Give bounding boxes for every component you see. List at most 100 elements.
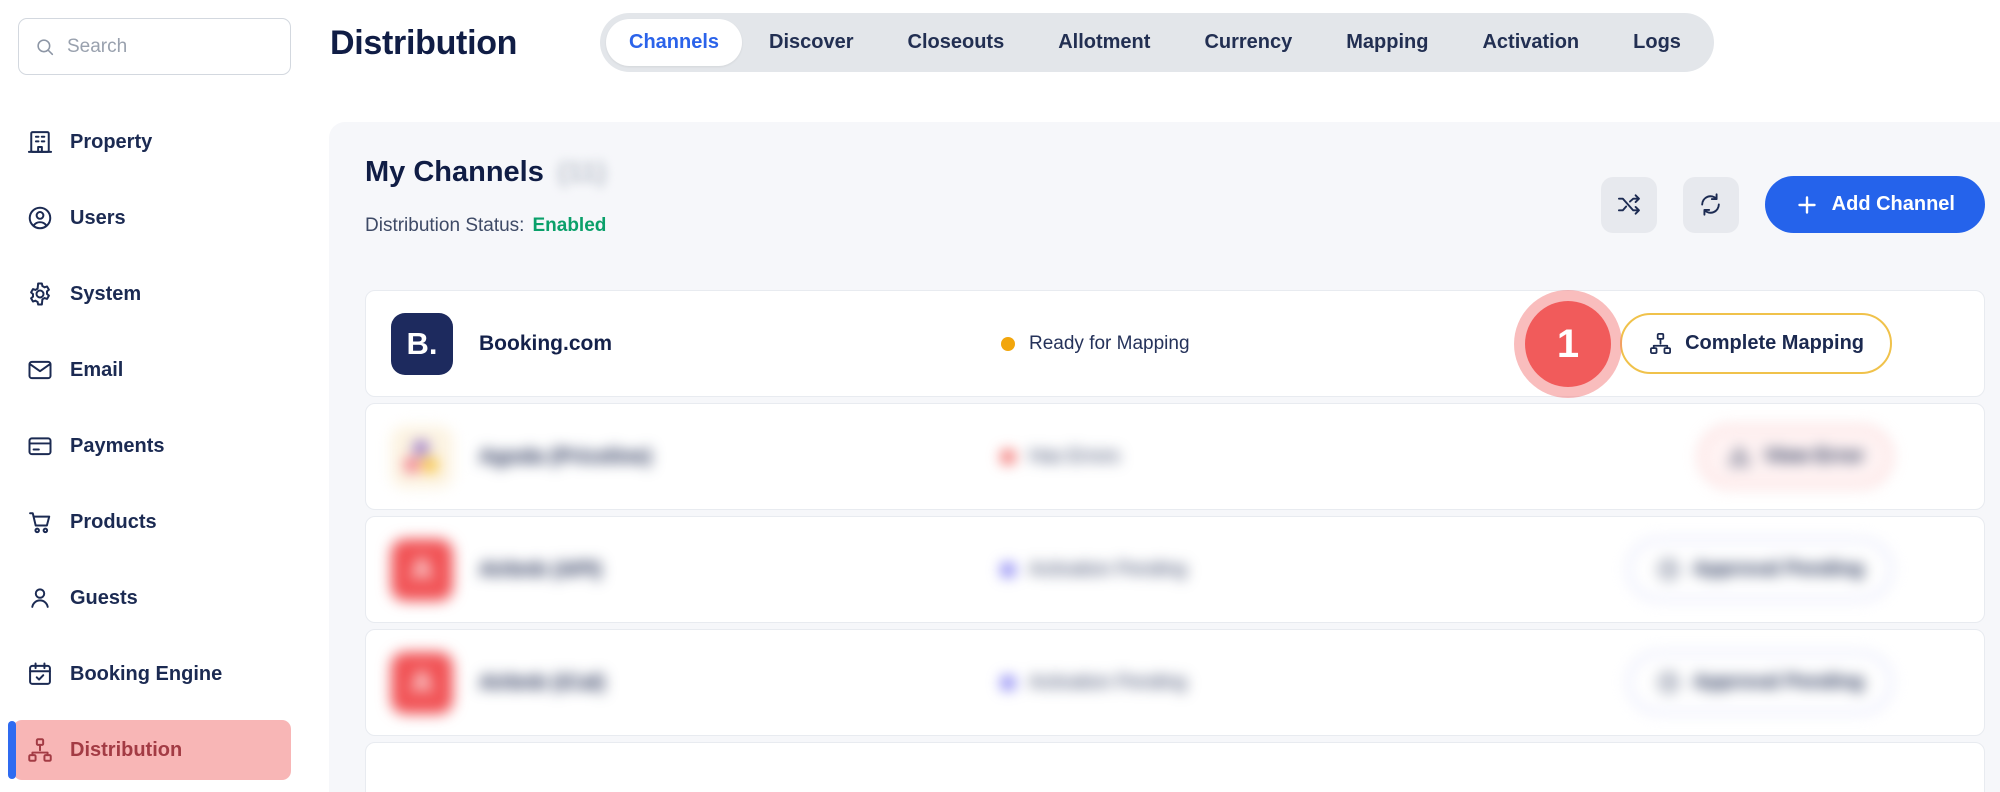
channel-count: (11) bbox=[558, 156, 606, 188]
toolbar: Add Channel bbox=[1601, 176, 1985, 233]
channel-name: Airbnb (iCal) bbox=[479, 630, 605, 735]
tab-currency[interactable]: Currency bbox=[1177, 19, 1319, 66]
channel-row-airbnb-ical: A Airbnb (iCal) Activation Pending Appro… bbox=[365, 629, 1985, 736]
channel-name: Agoda (Priceline) bbox=[479, 404, 652, 509]
channel-logo: B. bbox=[391, 313, 453, 375]
tab-allotment[interactable]: Allotment bbox=[1031, 19, 1177, 66]
row-menu-button[interactable] bbox=[1930, 671, 1954, 695]
refresh-icon bbox=[1697, 191, 1724, 218]
row-menu-button[interactable] bbox=[1930, 445, 1954, 469]
row-menu-button[interactable] bbox=[1930, 332, 1954, 356]
annotation-step-badge: 1 bbox=[1525, 301, 1611, 387]
channel-action-button[interactable]: Complete Mapping bbox=[1620, 313, 1892, 374]
channel-status: Activation Pending bbox=[1029, 672, 1186, 694]
content-panel: My Channels (11) Distribution Status: En… bbox=[329, 122, 2000, 792]
sidebar-item-label: Property bbox=[70, 131, 152, 154]
channel-logo-text: A bbox=[411, 666, 433, 700]
envelope-icon bbox=[26, 356, 54, 384]
sidebar-item-email[interactable]: Email bbox=[13, 340, 291, 400]
search-input[interactable] bbox=[67, 36, 275, 58]
channel-row-airbnb-api: A Airbnb (API) Activation Pending Approv… bbox=[365, 516, 1985, 623]
distribution-status: Distribution Status: Enabled bbox=[365, 215, 606, 237]
dots-vertical-icon bbox=[1930, 558, 1954, 582]
channel-row-actions: Approval Pending bbox=[1628, 517, 1954, 622]
channel-action-button[interactable]: Approval Pending bbox=[1628, 539, 1892, 600]
status-dot bbox=[1001, 563, 1015, 577]
dots-vertical-icon bbox=[1930, 445, 1954, 469]
status-dot bbox=[1001, 450, 1015, 464]
sidebar-item-label: Payments bbox=[70, 435, 165, 458]
sitemap-icon bbox=[1648, 331, 1673, 356]
status-value: Enabled bbox=[532, 215, 606, 237]
channel-action-label: Approval Pending bbox=[1693, 558, 1864, 581]
shuffle-icon bbox=[1615, 191, 1642, 218]
channel-row-actions: Complete Mapping bbox=[1620, 291, 1954, 396]
search-box[interactable] bbox=[18, 18, 291, 75]
tab-closeouts[interactable]: Closeouts bbox=[881, 19, 1032, 66]
channel-row-content: Agoda (Priceline) Has Errors View Error bbox=[366, 404, 1984, 509]
person-icon bbox=[26, 584, 54, 612]
channel-row-agoda-priceline: Agoda (Priceline) Has Errors View Error bbox=[365, 403, 1985, 510]
dots-vertical-icon bbox=[1930, 671, 1954, 695]
channel-status: Activation Pending bbox=[1029, 559, 1186, 581]
channel-action-label: Complete Mapping bbox=[1685, 332, 1864, 355]
topbar: Distribution ChannelsDiscoverCloseoutsAl… bbox=[329, 0, 2000, 122]
sidebar-item-label: Email bbox=[70, 359, 123, 382]
sidebar-item-payments[interactable]: Payments bbox=[13, 416, 291, 476]
sidebar-item-label: Distribution bbox=[70, 739, 182, 762]
calendar-check-icon bbox=[26, 660, 54, 688]
tab-channels[interactable]: Channels bbox=[606, 19, 742, 66]
user-circle-icon bbox=[26, 204, 54, 232]
heading-row: My Channels (11) bbox=[365, 156, 606, 189]
tab-discover[interactable]: Discover bbox=[742, 19, 881, 66]
sidebar-nav: Property Users System Email Payments Pro… bbox=[13, 112, 291, 780]
add-channel-button[interactable]: Add Channel bbox=[1765, 176, 1985, 233]
shuffle-button[interactable] bbox=[1601, 177, 1657, 233]
channel-row-actions: View Error bbox=[1699, 404, 1954, 509]
channel-logo bbox=[391, 426, 453, 488]
tab-activation[interactable]: Activation bbox=[1455, 19, 1606, 66]
sidebar-item-distribution[interactable]: Distribution bbox=[13, 720, 291, 780]
channel-status: Ready for Mapping bbox=[1029, 333, 1190, 355]
sidebar-item-system[interactable]: System bbox=[13, 264, 291, 324]
row-menu-button[interactable] bbox=[1930, 558, 1954, 582]
building-icon bbox=[26, 128, 54, 156]
tab-bar: ChannelsDiscoverCloseoutsAllotmentCurren… bbox=[600, 13, 1714, 72]
channel-logo-text: A bbox=[411, 553, 433, 587]
channel-logo: A bbox=[391, 539, 453, 601]
sidebar-item-booking-engine[interactable]: Booking Engine bbox=[13, 644, 291, 704]
channel-status: Has Errors bbox=[1029, 446, 1120, 468]
channel-row-content: B. Booking.com Ready for Mapping Complet… bbox=[366, 291, 1984, 396]
channel-logo: A bbox=[391, 652, 453, 714]
warning-icon bbox=[1727, 444, 1752, 469]
credit-card-icon bbox=[26, 432, 54, 460]
sidebar-item-property[interactable]: Property bbox=[13, 112, 291, 172]
plus-icon bbox=[1795, 193, 1819, 217]
status-dot bbox=[1001, 337, 1015, 351]
sidebar-item-label: System bbox=[70, 283, 141, 306]
cart-icon bbox=[26, 508, 54, 536]
sidebar-item-label: Products bbox=[70, 511, 157, 534]
clock-icon bbox=[1656, 670, 1681, 695]
refresh-button[interactable] bbox=[1683, 177, 1739, 233]
app-root: Property Users System Email Payments Pro… bbox=[0, 0, 2000, 792]
sidebar-item-users[interactable]: Users bbox=[13, 188, 291, 248]
channel-action-label: Approval Pending bbox=[1693, 671, 1864, 694]
dots-vertical-icon bbox=[1930, 332, 1954, 356]
section-heading: My Channels bbox=[365, 156, 544, 189]
channel-status-group: Has Errors bbox=[1001, 404, 1120, 509]
channel-action-button[interactable]: Approval Pending bbox=[1628, 652, 1892, 713]
sidebar-item-guests[interactable]: Guests bbox=[13, 568, 291, 628]
search-icon bbox=[34, 36, 56, 58]
channel-row-content: A Airbnb (API) Activation Pending Approv… bbox=[366, 517, 1984, 622]
tab-logs[interactable]: Logs bbox=[1606, 19, 1708, 66]
sidebar: Property Users System Email Payments Pro… bbox=[0, 0, 329, 792]
channel-logo-text: B. bbox=[407, 326, 438, 362]
gear-icon bbox=[26, 280, 54, 308]
channel-action-button[interactable]: View Error bbox=[1699, 426, 1892, 487]
channel-name: Booking.com bbox=[479, 291, 612, 396]
channel-action-label: View Error bbox=[1764, 445, 1864, 468]
tab-mapping[interactable]: Mapping bbox=[1319, 19, 1455, 66]
sidebar-item-products[interactable]: Products bbox=[13, 492, 291, 552]
status-dot bbox=[1001, 676, 1015, 690]
